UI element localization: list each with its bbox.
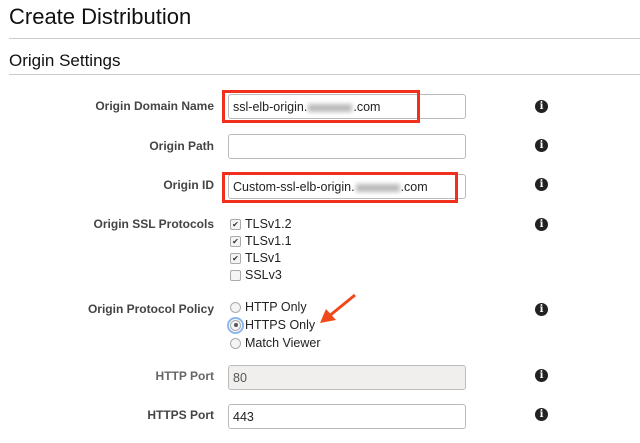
radio-https-only[interactable]: HTTPS Only [227, 316, 316, 334]
option-label: HTTP Only [245, 300, 307, 314]
origin-path-input[interactable] [228, 134, 466, 159]
option-label: SSLv3 [245, 268, 282, 282]
http-port-input[interactable]: 80 [228, 365, 466, 390]
https-port-input[interactable]: 443 [228, 404, 466, 429]
option-label: TLSv1 [245, 251, 282, 265]
http-port-label: HTTP Port [155, 369, 214, 383]
info-icon[interactable]: i [535, 100, 548, 113]
radio-icon [230, 301, 241, 313]
option-label: TLSv1.2 [245, 217, 292, 231]
info-icon[interactable]: i [535, 408, 548, 421]
origin-path-label: Origin Path [149, 139, 214, 153]
divider [9, 38, 640, 39]
info-icon[interactable]: i [535, 218, 548, 231]
radio-http-only[interactable]: HTTP Only [230, 300, 307, 314]
info-icon[interactable]: i [535, 303, 548, 316]
option-label: Match Viewer [245, 336, 321, 350]
checkbox-tlsv1-2[interactable]: ✔ TLSv1.2 [230, 217, 292, 231]
option-label: HTTPS Only [245, 318, 316, 332]
origin-ssl-protocols-label: Origin SSL Protocols [93, 217, 214, 231]
info-icon[interactable]: i [535, 369, 548, 382]
checkbox-tlsv1-1[interactable]: ✔ TLSv1.1 [230, 234, 292, 248]
https-port-label: HTTPS Port [147, 408, 214, 422]
divider [9, 74, 640, 75]
highlight-box [222, 172, 458, 203]
section-title: Origin Settings [9, 51, 121, 70]
option-label: TLSv1.1 [245, 234, 292, 248]
checkbox-checked-icon: ✔ [230, 252, 241, 264]
origin-domain-name-label: Origin Domain Name [95, 99, 214, 113]
checkbox-checked-icon: ✔ [230, 235, 241, 247]
origin-id-label: Origin ID [163, 178, 214, 192]
radio-match-viewer[interactable]: Match Viewer [230, 336, 321, 350]
checkbox-sslv3[interactable]: SSLv3 [230, 268, 282, 282]
checkbox-unchecked-icon [230, 269, 241, 281]
checkbox-checked-icon: ✔ [230, 218, 241, 230]
origin-protocol-policy-label: Origin Protocol Policy [87, 302, 214, 316]
page-title: Create Distribution [9, 4, 192, 29]
info-icon[interactable]: i [535, 178, 548, 191]
radio-selected-icon [227, 316, 244, 334]
highlight-box [222, 90, 420, 123]
checkbox-tlsv1[interactable]: ✔ TLSv1 [230, 251, 281, 265]
radio-icon [230, 337, 241, 349]
red-arrow-annotation [320, 293, 356, 323]
info-icon[interactable]: i [535, 139, 548, 152]
